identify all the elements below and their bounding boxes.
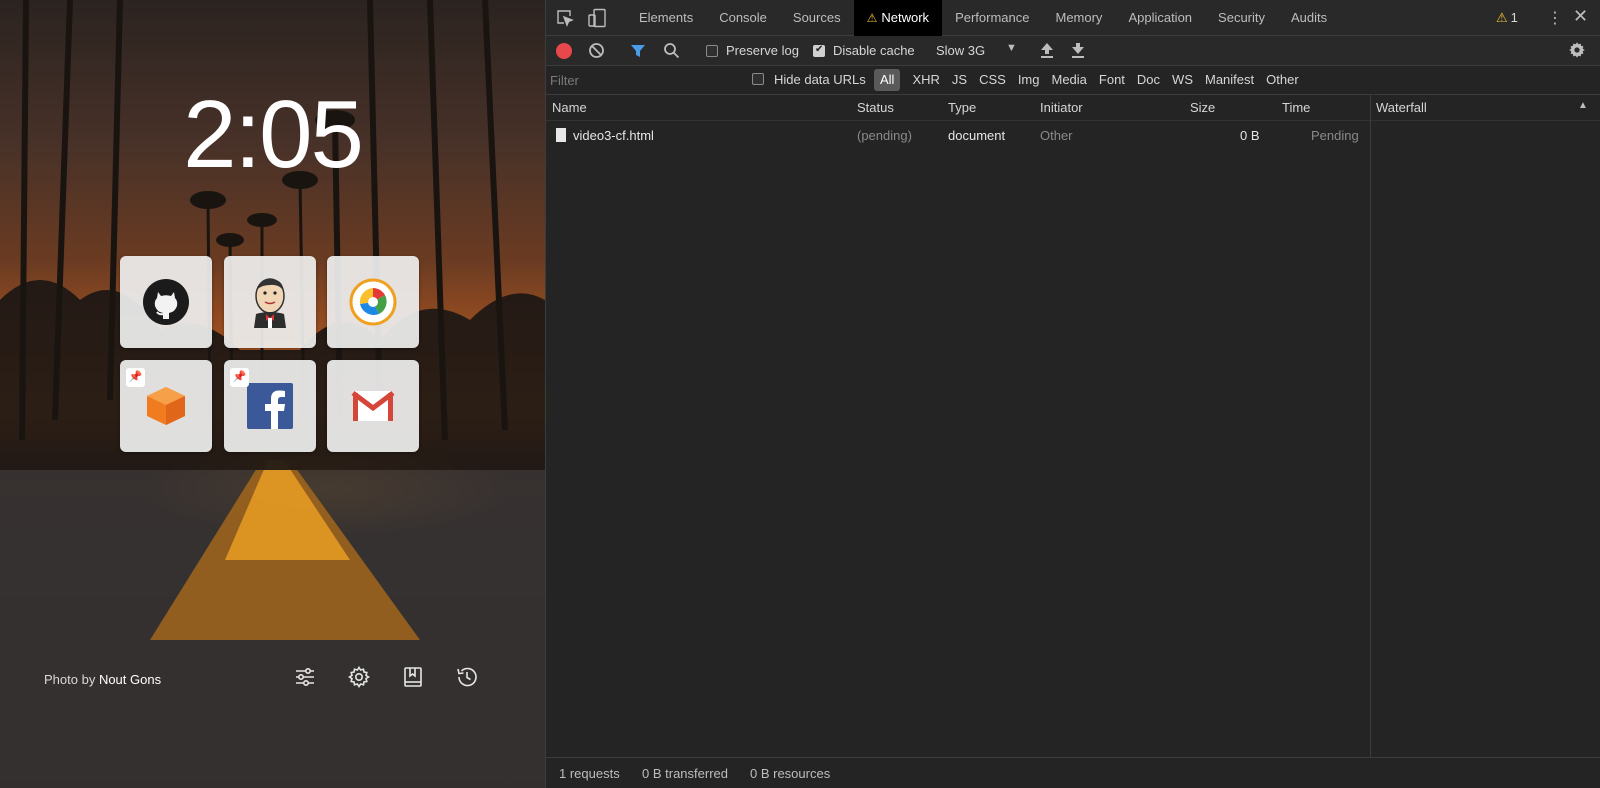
hide-data-urls-checkbox[interactable] — [752, 73, 764, 85]
column-status[interactable]: Status — [857, 100, 894, 115]
chromium-icon — [349, 278, 397, 326]
clear-icon[interactable] — [588, 42, 605, 62]
filter-input[interactable] — [550, 70, 730, 90]
type-filter-manifest[interactable]: Manifest — [1199, 69, 1260, 91]
disable-cache-checkbox[interactable] — [813, 44, 825, 57]
pin-icon[interactable]: 📌 — [126, 368, 145, 387]
request-size: 0 B — [1240, 128, 1260, 143]
column-type[interactable]: Type — [948, 100, 976, 115]
type-filter-xhr[interactable]: XHR — [906, 69, 945, 91]
filter-icon[interactable] — [630, 43, 646, 62]
document-icon — [556, 128, 566, 142]
throttling-select[interactable]: Slow 3G — [936, 43, 985, 58]
type-filter-font[interactable]: Font — [1093, 69, 1131, 91]
warning-icon: ⚠ — [866, 11, 878, 25]
clock: 2:05 — [183, 81, 364, 188]
type-filter-img[interactable]: Img — [1012, 69, 1046, 91]
tile-facebook[interactable]: 📌 — [224, 360, 316, 452]
network-toolbar: Preserve log Disable cache Slow 3G ▼ — [546, 36, 1600, 66]
tile-box[interactable]: 📌 — [120, 360, 212, 452]
pin-icon[interactable]: 📌 — [230, 368, 249, 387]
close-icon[interactable]: ✕ — [1573, 6, 1588, 27]
device-toolbar-icon[interactable] — [587, 8, 607, 31]
request-initiator: Other — [1040, 128, 1073, 143]
request-time: Pending — [1311, 128, 1359, 143]
photo-credit-prefix: Photo by — [44, 672, 99, 687]
tab-memory[interactable]: Memory — [1042, 0, 1115, 36]
gmail-icon — [351, 391, 395, 421]
disable-cache-label: Disable cache — [833, 43, 915, 58]
export-har-icon[interactable] — [1071, 42, 1085, 61]
column-size[interactable]: Size — [1190, 100, 1215, 115]
gear-icon[interactable] — [347, 665, 371, 689]
resource-type-filters: All XHR JS CSS Img Media Font Doc WS Man… — [874, 69, 1305, 91]
request-status: (pending) — [857, 128, 912, 143]
type-filter-other[interactable]: Other — [1260, 69, 1305, 91]
type-filter-ws[interactable]: WS — [1166, 69, 1199, 91]
photo-author-link[interactable]: Nout Gons — [99, 672, 161, 687]
new-tab-page: 2:05 📌 📌 Photo by Nout Gons — [0, 0, 545, 788]
import-har-icon[interactable] — [1040, 42, 1054, 61]
type-filter-media[interactable]: Media — [1045, 69, 1092, 91]
tab-elements[interactable]: Elements — [626, 0, 706, 36]
tile-gmail[interactable] — [327, 360, 419, 452]
devtools-panel: Elements Console Sources ⚠ Network Perfor… — [545, 0, 1600, 788]
column-time[interactable]: Time — [1282, 100, 1310, 115]
sliders-icon[interactable] — [293, 665, 317, 689]
resources-size: 0 B resources — [750, 766, 831, 781]
history-icon[interactable] — [455, 665, 479, 689]
request-table-header: Name Status Type Initiator Size Time Wat… — [546, 95, 1600, 121]
column-waterfall[interactable]: Waterfall — [1376, 100, 1427, 115]
warnings-counter[interactable]: ⚠ 1 — [1496, 10, 1518, 26]
warning-icon: ⚠ — [1496, 10, 1508, 25]
tab-security[interactable]: Security — [1205, 0, 1278, 36]
column-name[interactable]: Name — [552, 100, 587, 115]
chevron-down-icon[interactable]: ▼ — [1006, 42, 1017, 54]
type-filter-js[interactable]: JS — [946, 69, 973, 91]
preserve-log-label: Preserve log — [726, 43, 799, 58]
filter-bar: Hide data URLs All XHR JS CSS Img Media … — [546, 66, 1600, 95]
waterfall-divider — [1370, 95, 1371, 757]
search-icon[interactable] — [663, 42, 680, 62]
column-initiator[interactable]: Initiator — [1040, 100, 1083, 115]
devtools-tabbar: Elements Console Sources ⚠ Network Perfor… — [546, 0, 1600, 36]
table-row[interactable]: video3-cf.html (pending) document Other … — [546, 124, 1370, 146]
bookmarks-icon[interactable] — [401, 665, 425, 689]
request-name[interactable]: video3-cf.html — [573, 128, 654, 143]
record-button[interactable] — [556, 43, 572, 59]
more-options-icon[interactable]: ⋮ — [1547, 8, 1563, 28]
type-filter-css[interactable]: CSS — [973, 69, 1012, 91]
type-filter-doc[interactable]: Doc — [1131, 69, 1166, 91]
tab-application[interactable]: Application — [1115, 0, 1205, 36]
tab-performance[interactable]: Performance — [942, 0, 1042, 36]
preserve-log-checkbox[interactable] — [706, 45, 718, 57]
footer-toolbar — [293, 665, 479, 689]
tab-audits[interactable]: Audits — [1278, 0, 1340, 36]
tab-console[interactable]: Console — [706, 0, 780, 36]
network-summary-bar: 1 requests 0 B transferred 0 B resources — [546, 757, 1600, 788]
inspect-element-icon[interactable] — [556, 9, 574, 30]
photo-credit: Photo by Nout Gons — [44, 672, 161, 687]
gear-icon[interactable] — [1568, 41, 1586, 62]
facebook-icon — [247, 383, 293, 429]
tab-sources[interactable]: Sources — [780, 0, 854, 36]
box-icon — [147, 387, 185, 425]
warning-count: 1 — [1510, 10, 1518, 25]
tile-github[interactable] — [120, 256, 212, 348]
tile-jenkins[interactable] — [224, 256, 316, 348]
type-filter-all[interactable]: All — [874, 69, 901, 91]
jenkins-icon — [254, 278, 286, 328]
tab-network-label: Network — [881, 10, 930, 25]
tile-chromium[interactable] — [327, 256, 419, 348]
devtools-tabs: Elements Console Sources ⚠ Network Perfor… — [626, 0, 1340, 36]
requests-count: 1 requests — [559, 766, 620, 781]
sort-ascending-icon[interactable]: ▲ — [1578, 100, 1588, 111]
tab-network[interactable]: ⚠ Network — [853, 0, 943, 36]
hide-data-urls-label: Hide data URLs — [774, 72, 866, 87]
transferred-size: 0 B transferred — [642, 766, 728, 781]
request-type: document — [948, 128, 1006, 143]
github-icon — [143, 279, 189, 325]
